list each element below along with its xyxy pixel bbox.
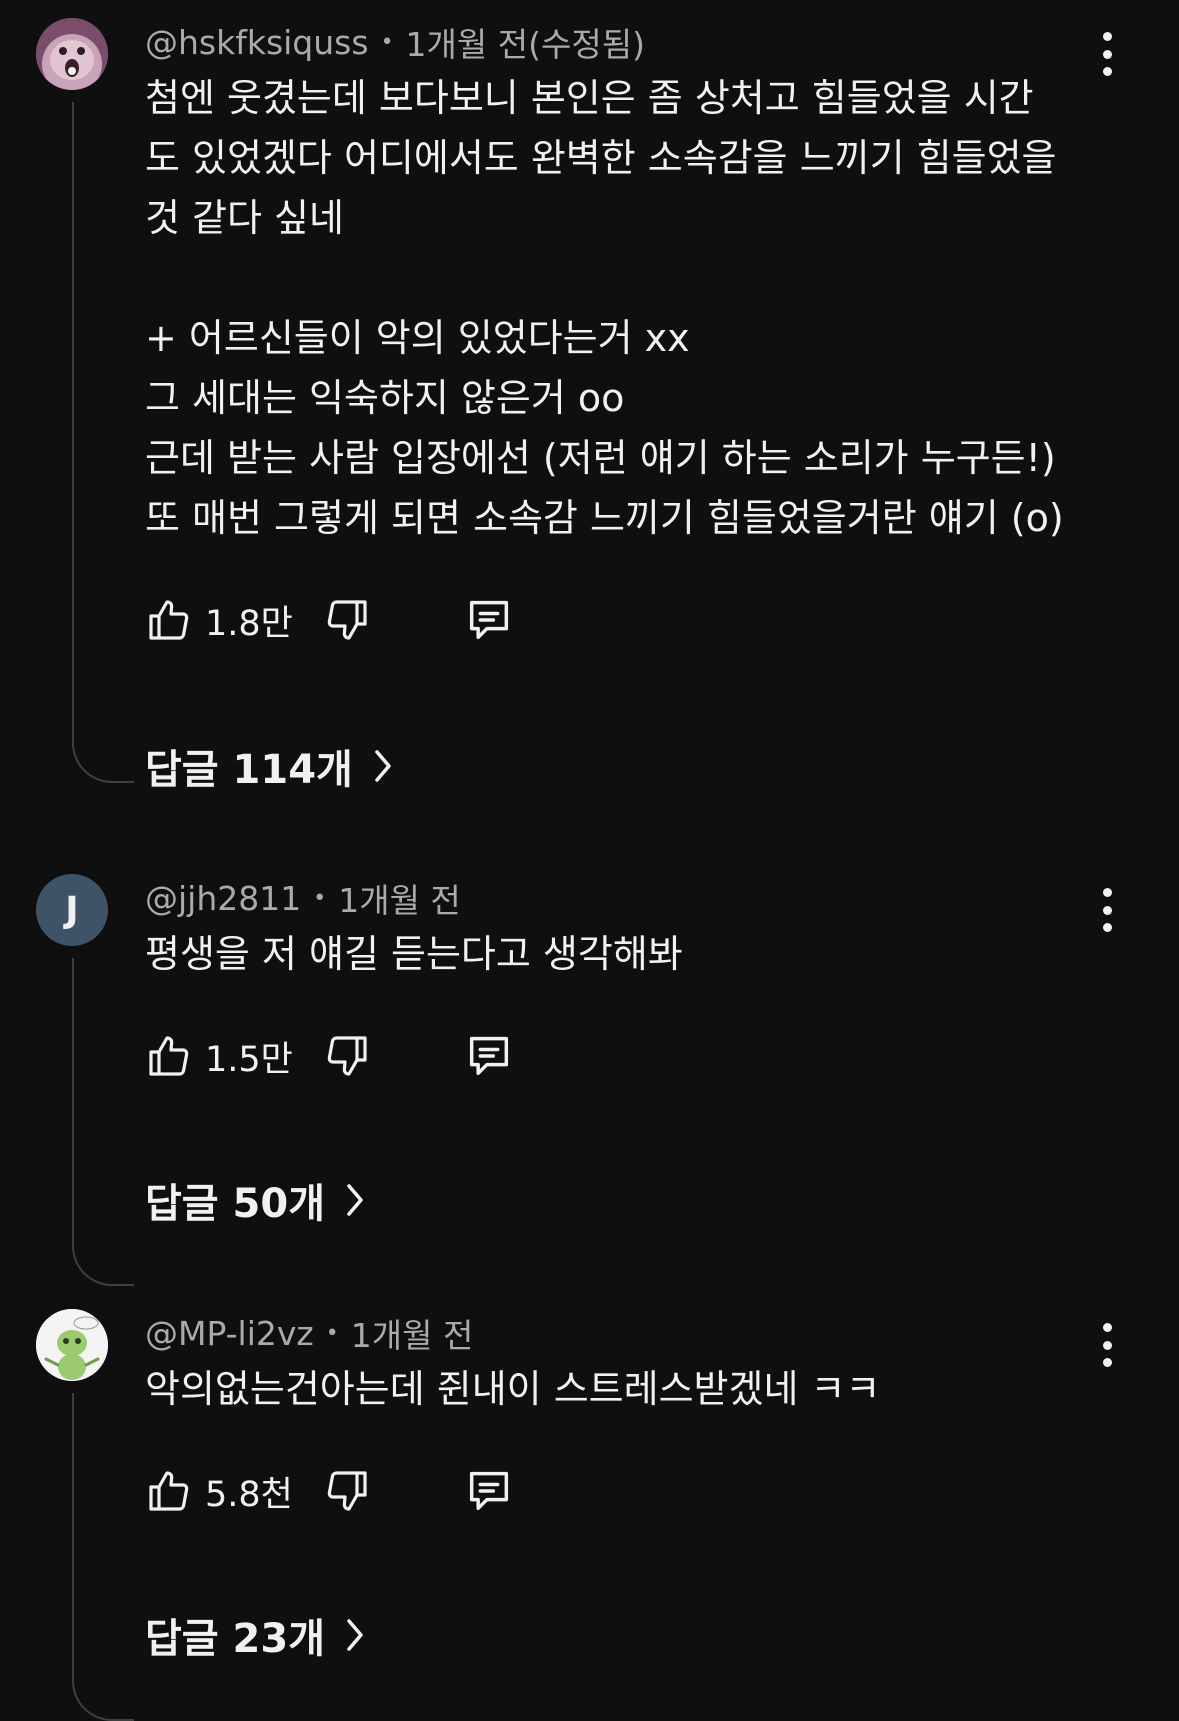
- separator-dot: •: [325, 1320, 339, 1346]
- replies-count: 답글 114개: [145, 747, 353, 793]
- like-count: 5.8천: [205, 1474, 293, 1515]
- comment-actions: 1.5만: [145, 1028, 515, 1084]
- comment-actions: 1.8만: [145, 592, 515, 648]
- like-count: 1.5만: [205, 1039, 293, 1080]
- green-character-avatar-icon: [36, 1309, 108, 1381]
- comment-actions: 5.8천: [145, 1463, 515, 1519]
- replies-link[interactable]: 답글 23개: [145, 1607, 365, 1663]
- chevron-right-icon: [375, 750, 391, 782]
- thumb-up-icon[interactable]: [145, 1032, 193, 1080]
- comment: @MP-li2vz • 1개월 전 악의없는건아는데 쥔내이 스트레스받겠네 ㅋ…: [0, 1309, 1179, 1721]
- replies-count: 답글 50개: [145, 1181, 325, 1227]
- avatar[interactable]: [36, 18, 108, 90]
- comment-meta: @jjh2811 • 1개월 전: [145, 876, 461, 921]
- username[interactable]: @hskfksiquss: [145, 23, 369, 62]
- thumb-down-icon[interactable]: [323, 1032, 371, 1080]
- comment-text: 첨엔 웃겼는데 보다보니 본인은 좀 상처고 힘들었을 시간 도 있었겠다 어디…: [145, 76, 1064, 540]
- separator-dot: •: [380, 29, 394, 55]
- comment-reply-icon[interactable]: [463, 1030, 515, 1082]
- timestamp: 1개월 전: [338, 881, 461, 920]
- comment-meta: @hskfksiquss • 1개월 전(수정됨): [145, 20, 645, 65]
- comment: @hskfksiquss • 1개월 전(수정됨) 첨엔 웃겼는데 보다보니 본…: [0, 18, 1179, 798]
- timestamp: 1개월 전(수정됨): [405, 25, 645, 64]
- thread-line: [72, 102, 134, 783]
- thread-line: [72, 1393, 134, 1721]
- chevron-right-icon: [347, 1184, 363, 1216]
- more-vert-icon[interactable]: [1092, 888, 1122, 932]
- timestamp: 1개월 전: [350, 1316, 474, 1355]
- comment-meta: @MP-li2vz • 1개월 전: [145, 1311, 474, 1356]
- avatar[interactable]: J: [36, 874, 108, 946]
- thread-line: [72, 958, 134, 1286]
- thumb-up-icon[interactable]: [145, 596, 193, 644]
- thumb-down-icon[interactable]: [323, 596, 371, 644]
- comment: J @jjh2811 • 1개월 전 평생을 저 얘길 듣는다고 생각해봐 1.…: [0, 874, 1179, 1286]
- pink-creature-avatar-icon: [36, 18, 108, 90]
- replies-count: 답글 23개: [145, 1616, 325, 1662]
- separator-dot: •: [313, 885, 327, 911]
- more-vert-icon[interactable]: [1092, 1323, 1122, 1367]
- thumb-down-icon[interactable]: [323, 1467, 371, 1515]
- replies-link[interactable]: 답글 114개: [145, 738, 393, 794]
- comment-reply-icon[interactable]: [463, 1465, 515, 1517]
- comment-reply-icon[interactable]: [463, 594, 515, 646]
- like-count: 1.8만: [205, 603, 293, 644]
- username[interactable]: @jjh2811: [145, 879, 301, 918]
- avatar-letter: J: [65, 889, 79, 931]
- thumb-up-icon[interactable]: [145, 1467, 193, 1515]
- username[interactable]: @MP-li2vz: [145, 1314, 314, 1353]
- chevron-right-icon: [347, 1619, 363, 1651]
- comment-text: 평생을 저 얘길 듣는다고 생각해봐: [145, 932, 683, 976]
- avatar[interactable]: [36, 1309, 108, 1381]
- comment-text: 악의없는건아는데 쥔내이 스트레스받겠네 ㅋㅋ: [145, 1367, 881, 1411]
- more-vert-icon[interactable]: [1092, 32, 1122, 76]
- replies-link[interactable]: 답글 50개: [145, 1172, 365, 1228]
